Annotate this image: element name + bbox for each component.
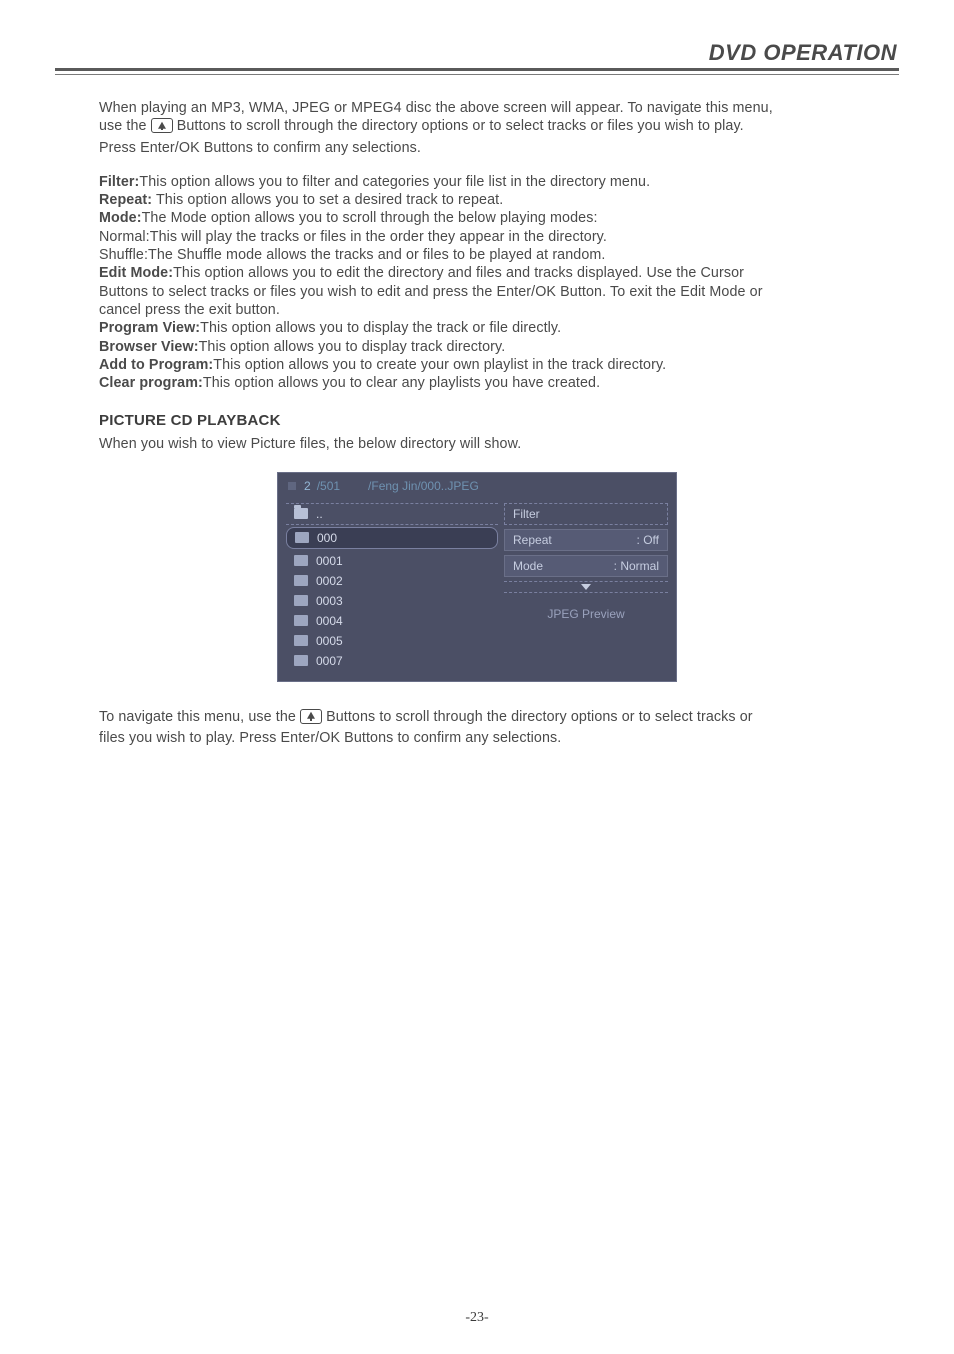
list-item[interactable]: 0004 <box>286 611 498 631</box>
track-current: 2 <box>304 479 311 493</box>
def-normal: Normal:This will play the tracks or file… <box>99 228 855 246</box>
intro-line3: Press Enter/OK Buttons to confirm any se… <box>99 139 855 157</box>
def-edit3: cancel press the exit button. <box>99 301 855 319</box>
mode-label: Mode: <box>99 210 142 226</box>
filter-text: This option allows you to filter and cat… <box>139 174 650 190</box>
def-progview: Program View:This option allows you to d… <box>99 319 855 337</box>
list-item[interactable]: 0003 <box>286 591 498 611</box>
list-item-label: 0007 <box>316 654 343 668</box>
def-browser: Browser View:This option allows you to d… <box>99 338 855 356</box>
image-icon <box>294 555 308 566</box>
panel-topbar: 2 /501 /Feng Jin/000..JPEG <box>278 473 676 503</box>
chevron-down-icon[interactable] <box>581 584 591 590</box>
def-edit1: Edit Mode:This option allows you to edit… <box>99 264 855 282</box>
page-number: -23- <box>0 1310 954 1326</box>
image-icon <box>294 615 308 626</box>
folder-up-icon <box>294 508 308 519</box>
edit-text1: This option allows you to edit the direc… <box>173 265 744 281</box>
spacer <box>99 157 855 173</box>
outro-a: To navigate this menu, use the <box>99 709 300 725</box>
options-divider <box>504 581 668 590</box>
mode-text: The Mode option allows you to scroll thr… <box>142 210 598 226</box>
progview-text: This option allows you to display the tr… <box>200 320 561 336</box>
list-item[interactable]: 0005 <box>286 631 498 651</box>
filter-label: Filter: <box>99 174 139 190</box>
outro-line1: To navigate this menu, use the Buttons t… <box>99 708 855 729</box>
def-repeat: Repeat: This option allows you to set a … <box>99 191 855 209</box>
image-icon <box>294 575 308 586</box>
mode-option-label: Mode <box>513 559 543 573</box>
list-item-label: 0002 <box>316 574 343 588</box>
add-label: Add to Program: <box>99 357 213 373</box>
browser-text: This option allows you to display track … <box>199 339 506 355</box>
dvd-directory-panel: 2 /501 /Feng Jin/000..JPEG .. 000 <box>277 472 677 682</box>
image-icon <box>294 655 308 666</box>
browser-label: Browser View: <box>99 339 199 355</box>
list-item-selected[interactable]: 000 <box>286 527 498 549</box>
header-underline <box>55 74 899 75</box>
clear-text: This option allows you to clear any play… <box>203 375 600 391</box>
outro-line2: files you wish to play. Press Enter/OK B… <box>99 729 855 747</box>
image-icon <box>294 595 308 606</box>
intro-line2: use the Buttons to scroll through the di… <box>99 117 855 138</box>
add-text: This option allows you to create your ow… <box>213 357 666 373</box>
repeat-option-label: Repeat <box>513 533 552 547</box>
intro-line2b: Buttons to scroll through the directory … <box>177 118 744 134</box>
clear-label: Clear program: <box>99 375 203 391</box>
list-item-label: 0005 <box>316 634 343 648</box>
intro-line1: When playing an MP3, WMA, JPEG or MPEG4 … <box>99 99 855 117</box>
track-total: /501 <box>317 479 340 493</box>
list-item[interactable]: 0002 <box>286 571 498 591</box>
mode-option[interactable]: Mode : Normal <box>504 555 668 577</box>
section-title: PICTURE CD PLAYBACK <box>99 412 855 429</box>
jpeg-preview-label: JPEG Preview <box>504 593 668 631</box>
list-item-label: 0001 <box>316 554 343 568</box>
options-pane: Filter Repeat : Off Mode : Normal JPEG Pre… <box>504 503 668 671</box>
header-row: DVD OPERATION <box>55 40 899 71</box>
def-filter: Filter:This option allows you to filter … <box>99 173 855 191</box>
def-edit2: Buttons to select tracks or files you wi… <box>99 283 855 301</box>
def-clear: Clear program:This option allows you to … <box>99 374 855 392</box>
panel-columns: .. 000 0001 0002 0003 0004 0005 0007 <box>278 503 676 681</box>
filter-option-label: Filter <box>513 507 540 521</box>
repeat-text: This option allows you to set a desired … <box>152 192 503 208</box>
repeat-option-value: : Off <box>637 533 659 547</box>
edit-label: Edit Mode: <box>99 265 173 281</box>
body: When playing an MP3, WMA, JPEG or MPEG4 … <box>55 99 899 747</box>
def-add: Add to Program:This option allows you to… <box>99 356 855 374</box>
file-list[interactable]: .. 000 0001 0002 0003 0004 0005 0007 <box>286 503 498 671</box>
list-item[interactable]: 0001 <box>286 551 498 571</box>
stop-icon <box>288 482 296 490</box>
up-arrow-button-icon <box>300 709 322 729</box>
outro-b: Buttons to scroll through the directory … <box>326 709 753 725</box>
progview-label: Program View: <box>99 320 200 336</box>
list-item-label: 0003 <box>316 594 343 608</box>
ui-screenshot: 2 /501 /Feng Jin/000..JPEG .. 000 <box>99 472 855 682</box>
list-up[interactable]: .. <box>286 503 498 525</box>
filter-option[interactable]: Filter <box>504 503 668 525</box>
page-header-title: DVD OPERATION <box>709 40 897 66</box>
list-up-label: .. <box>316 507 323 521</box>
list-sel-label: 000 <box>317 531 337 545</box>
list-item-label: 0004 <box>316 614 343 628</box>
track-path: /Feng Jin/000..JPEG <box>368 479 479 493</box>
intro-line2a: use the <box>99 118 151 134</box>
repeat-option[interactable]: Repeat : Off <box>504 529 668 551</box>
image-icon <box>294 635 308 646</box>
def-mode: Mode:The Mode option allows you to scrol… <box>99 209 855 227</box>
section-subtitle: When you wish to view Picture files, the… <box>99 435 855 453</box>
page: DVD OPERATION When playing an MP3, WMA, … <box>0 0 954 1354</box>
repeat-label: Repeat: <box>99 192 152 208</box>
def-shuffle: Shuffle:The Shuffle mode allows the trac… <box>99 246 855 264</box>
up-arrow-button-icon <box>151 118 173 138</box>
list-item[interactable]: 0007 <box>286 651 498 671</box>
image-icon <box>295 532 309 543</box>
mode-option-value: : Normal <box>614 559 659 573</box>
